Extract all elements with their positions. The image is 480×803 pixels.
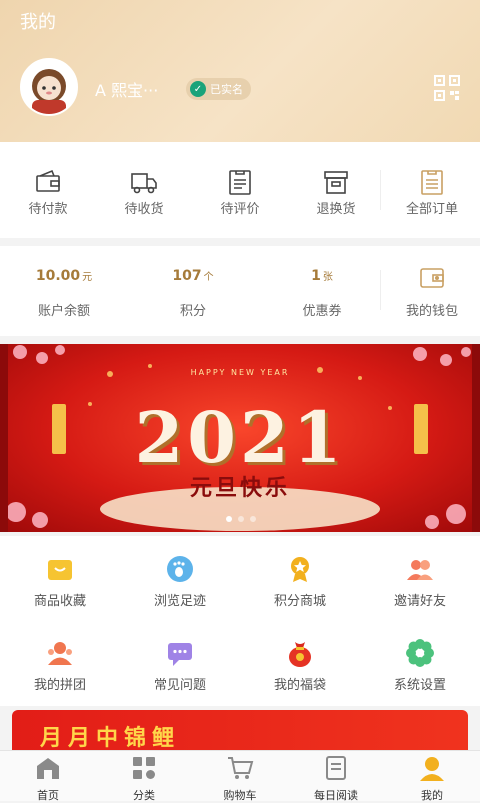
coupon-unit: 张 bbox=[322, 272, 333, 283]
points-unit: 个 bbox=[203, 272, 214, 283]
verified-label: 已实名 bbox=[210, 83, 243, 96]
points-value: 107 bbox=[172, 268, 202, 284]
return-box-icon bbox=[324, 171, 348, 194]
qr-code-icon[interactable] bbox=[433, 74, 461, 102]
divider bbox=[380, 270, 381, 310]
all-orders[interactable]: 全部订单 bbox=[384, 142, 480, 238]
page-title: 我的 bbox=[20, 12, 56, 33]
tool-footprint[interactable]: 浏览足迹 bbox=[120, 536, 240, 609]
verified-check-icon: ✓ bbox=[190, 81, 206, 97]
tools-grid: 商品收藏 浏览足迹 积分商城 邀请好友 我的拼团 常见问题 我的福袋 系统设置 bbox=[0, 536, 480, 706]
tool-points-mall[interactable]: 积分商城 bbox=[240, 536, 360, 609]
order-pending-payment[interactable]: 待付款 bbox=[0, 142, 96, 238]
profile-icon bbox=[420, 757, 444, 781]
tab-home[interactable]: 首页 bbox=[0, 751, 96, 802]
daily-reading-icon bbox=[326, 756, 346, 780]
tool-group-buy[interactable]: 我的拼团 bbox=[0, 620, 120, 693]
wallet-icon bbox=[420, 268, 444, 288]
review-icon bbox=[229, 170, 251, 195]
tool-label: 我的拼团 bbox=[33, 678, 86, 693]
order-label: 待付款 bbox=[28, 202, 68, 217]
wallet-panel: 10.00 元 账户余额 107 个 积分 1张 优惠券 我的钱包 bbox=[0, 246, 480, 336]
new-year-banner[interactable]: HAPPY NEW YEAR 2021 元旦快乐 bbox=[0, 344, 480, 532]
truck-icon bbox=[131, 173, 157, 194]
order-label: 退换货 bbox=[316, 202, 356, 217]
cart-icon bbox=[228, 757, 254, 779]
coupons[interactable]: 1张 优惠券 bbox=[274, 246, 370, 336]
page-dot[interactable] bbox=[250, 516, 256, 522]
profile-header: 我的 A 熙宝··· ✓ 已实名 bbox=[0, 0, 480, 142]
tab-label: 首页 bbox=[37, 789, 59, 802]
divider bbox=[380, 170, 381, 210]
balance-value: 10.00 bbox=[35, 268, 81, 284]
tool-label: 邀请好友 bbox=[393, 594, 446, 609]
page-dot[interactable] bbox=[226, 516, 232, 522]
banner-pagination bbox=[226, 516, 256, 522]
verified-badge: ✓ 已实名 bbox=[186, 78, 251, 100]
home-icon bbox=[37, 758, 59, 779]
order-pending-receipt[interactable]: 待收货 bbox=[96, 142, 192, 238]
order-label: 全部订单 bbox=[405, 202, 458, 217]
tab-daily-reading[interactable]: 每日阅读 bbox=[288, 751, 384, 802]
tool-faq[interactable]: 常见问题 bbox=[120, 620, 240, 693]
wallet-icon bbox=[36, 169, 60, 192]
order-status-panel: 待付款 待收货 待评价 退换货 全部订单 bbox=[0, 142, 480, 238]
footprint-icon bbox=[167, 556, 193, 582]
faq-icon bbox=[168, 643, 192, 666]
tab-label: 分类 bbox=[133, 789, 155, 802]
order-pending-review[interactable]: 待评价 bbox=[192, 142, 288, 238]
balance-label: 账户余额 bbox=[37, 304, 90, 319]
avatar[interactable] bbox=[20, 58, 78, 116]
tab-category[interactable]: 分类 bbox=[96, 751, 192, 802]
order-returns[interactable]: 退换货 bbox=[288, 142, 384, 238]
tool-label: 积分商城 bbox=[273, 594, 326, 609]
invite-friends-icon bbox=[407, 560, 433, 580]
category-icon bbox=[133, 757, 155, 779]
coupon-label: 优惠券 bbox=[302, 304, 342, 319]
tool-label: 我的福袋 bbox=[273, 678, 326, 693]
order-label: 待评价 bbox=[220, 202, 260, 217]
account-balance[interactable]: 10.00 元 账户余额 bbox=[16, 246, 112, 336]
points-mall-icon bbox=[291, 557, 309, 582]
points-label: 积分 bbox=[179, 304, 206, 319]
points[interactable]: 107 个 积分 bbox=[145, 246, 241, 336]
username: A 熙宝··· bbox=[95, 81, 159, 100]
order-list-icon bbox=[421, 170, 443, 195]
tab-label: 购物车 bbox=[223, 789, 257, 802]
settings-icon bbox=[406, 639, 434, 667]
tab-label: 每日阅读 bbox=[314, 789, 358, 802]
promo-text: 月月中锦鲤 bbox=[40, 726, 181, 751]
tool-label: 常见问题 bbox=[153, 678, 206, 693]
page-dot[interactable] bbox=[238, 516, 244, 522]
lucky-bag-icon bbox=[289, 642, 311, 667]
banner-small-text: HAPPY NEW YEAR bbox=[190, 368, 290, 377]
tool-lucky-bag[interactable]: 我的福袋 bbox=[240, 620, 360, 693]
tool-label: 浏览足迹 bbox=[153, 594, 206, 609]
coupon-value: 1 bbox=[311, 268, 321, 284]
tool-label: 系统设置 bbox=[393, 678, 446, 693]
favorites-icon bbox=[48, 560, 72, 580]
banner-subtitle: 元旦快乐 bbox=[189, 476, 290, 501]
bottom-tab-bar: 首页 分类 购物车 每日阅读 我的 bbox=[0, 750, 480, 802]
tab-label: 我的 bbox=[421, 789, 443, 802]
tool-label: 商品收藏 bbox=[33, 594, 86, 609]
tool-settings[interactable]: 系统设置 bbox=[360, 620, 480, 693]
my-wallet[interactable]: 我的钱包 bbox=[384, 246, 480, 336]
wallet-label: 我的钱包 bbox=[405, 304, 458, 319]
tool-invite-friends[interactable]: 邀请好友 bbox=[360, 536, 480, 609]
group-buy-icon bbox=[48, 642, 72, 665]
tab-profile[interactable]: 我的 bbox=[384, 751, 480, 802]
tab-cart[interactable]: 购物车 bbox=[192, 751, 288, 802]
balance-unit: 元 bbox=[82, 272, 93, 283]
banner-headline: 2021 bbox=[134, 396, 346, 479]
order-label: 待收货 bbox=[124, 202, 164, 217]
tool-favorites[interactable]: 商品收藏 bbox=[0, 536, 120, 609]
